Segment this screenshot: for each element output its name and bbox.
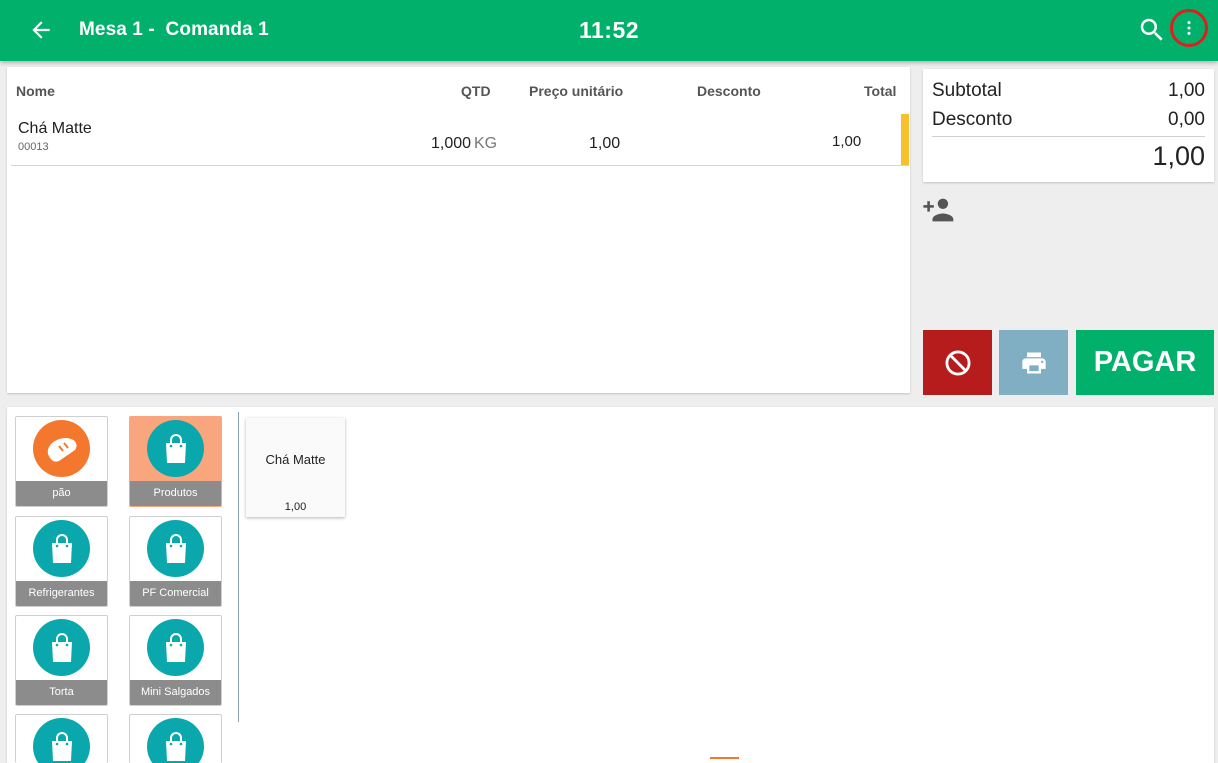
category-tile-refrigerantes[interactable]: Refrigerantes xyxy=(15,516,108,607)
item-unit-price: 1,00 xyxy=(589,135,621,152)
shopping-bag-icon xyxy=(51,533,72,563)
more-vert-icon xyxy=(1187,21,1191,35)
category-label: Produtos xyxy=(130,481,221,506)
column-header-name: Nome xyxy=(16,83,55,99)
category-icon-circle xyxy=(33,718,90,763)
category-tile-torta[interactable]: Torta xyxy=(15,615,108,706)
top-app-bar: Mesa 1 - Comanda 1 11:52 xyxy=(0,0,1218,61)
category-label: Torta xyxy=(16,680,107,705)
item-unit: KG xyxy=(474,135,498,152)
column-header-discount: Desconto xyxy=(697,83,761,99)
category-icon-circle xyxy=(147,619,204,676)
overflow-menu-button[interactable] xyxy=(1170,9,1208,47)
item-status-marker xyxy=(901,114,909,165)
block-icon xyxy=(945,350,970,375)
product-name: Chá Matte xyxy=(265,452,326,467)
column-header-total: Total xyxy=(864,83,897,99)
loading-indicator xyxy=(710,757,739,759)
subtotal-value: 1,00 xyxy=(1168,80,1205,101)
item-qty: 1,000 xyxy=(431,135,472,152)
item-code: 00013 xyxy=(18,141,49,153)
category-icon-circle xyxy=(147,520,204,577)
item-total: 1,00 xyxy=(832,133,862,150)
shopping-bag-icon xyxy=(165,433,186,463)
bread-icon xyxy=(47,437,77,462)
category-tile-mini-salgados[interactable]: Mini Salgados xyxy=(129,615,222,706)
pay-button[interactable]: PAGAR xyxy=(1076,330,1214,395)
shopping-bag-icon xyxy=(165,632,186,662)
column-header-qty: QTD xyxy=(461,83,491,99)
category-tile[interactable] xyxy=(129,714,222,763)
person-add-icon xyxy=(923,198,954,222)
catalog-divider xyxy=(238,412,239,722)
add-customer-button[interactable] xyxy=(923,196,955,222)
search-button[interactable] xyxy=(1137,15,1167,45)
shopping-bag-icon xyxy=(165,731,186,761)
category-icon-circle xyxy=(147,420,204,477)
category-label: PF Comercial xyxy=(130,581,221,606)
shopping-bag-icon xyxy=(165,533,186,563)
discount-value: 0,00 xyxy=(1168,109,1205,130)
category-tile-produtos[interactable]: Produtos xyxy=(129,416,222,507)
cancel-order-button[interactable] xyxy=(923,330,992,395)
shopping-bag-icon xyxy=(51,632,72,662)
category-tile-pao[interactable]: pão xyxy=(15,416,108,507)
order-items-panel: Nome QTD Preço unitário Desconto Total C… xyxy=(7,67,910,393)
clock: 11:52 xyxy=(578,17,640,43)
column-header-unit-price: Preço unitário xyxy=(529,83,624,99)
product-card[interactable]: Chá Matte 1,00 xyxy=(246,418,345,517)
category-icon-circle xyxy=(33,520,90,577)
subtotal-label: Subtotal xyxy=(932,80,1002,101)
print-button[interactable] xyxy=(999,330,1068,395)
category-tile-pf-comercial[interactable]: PF Comercial xyxy=(129,516,222,607)
discount-label: Desconto xyxy=(932,109,1013,130)
category-label: Mini Salgados xyxy=(130,680,221,705)
category-icon-circle xyxy=(147,718,204,763)
search-icon xyxy=(1140,18,1163,41)
category-label: Refrigerantes xyxy=(16,581,107,606)
item-name: Chá Matte xyxy=(18,120,92,137)
order-summary: Subtotal 1,00 Desconto 0,00 1,00 xyxy=(923,69,1214,182)
product-price: 1,00 xyxy=(284,501,307,513)
category-tile[interactable] xyxy=(15,714,108,763)
print-icon xyxy=(1021,352,1046,373)
category-icon-circle xyxy=(33,420,90,477)
category-icon-circle xyxy=(33,619,90,676)
category-label: pão xyxy=(16,481,107,506)
shopping-bag-icon xyxy=(51,731,72,761)
summary-divider xyxy=(932,136,1205,137)
order-item-row[interactable]: Chá Matte 00013 1,000 KG 1,00 1,00 xyxy=(11,113,909,166)
order-total: 1,00 xyxy=(1152,141,1205,171)
